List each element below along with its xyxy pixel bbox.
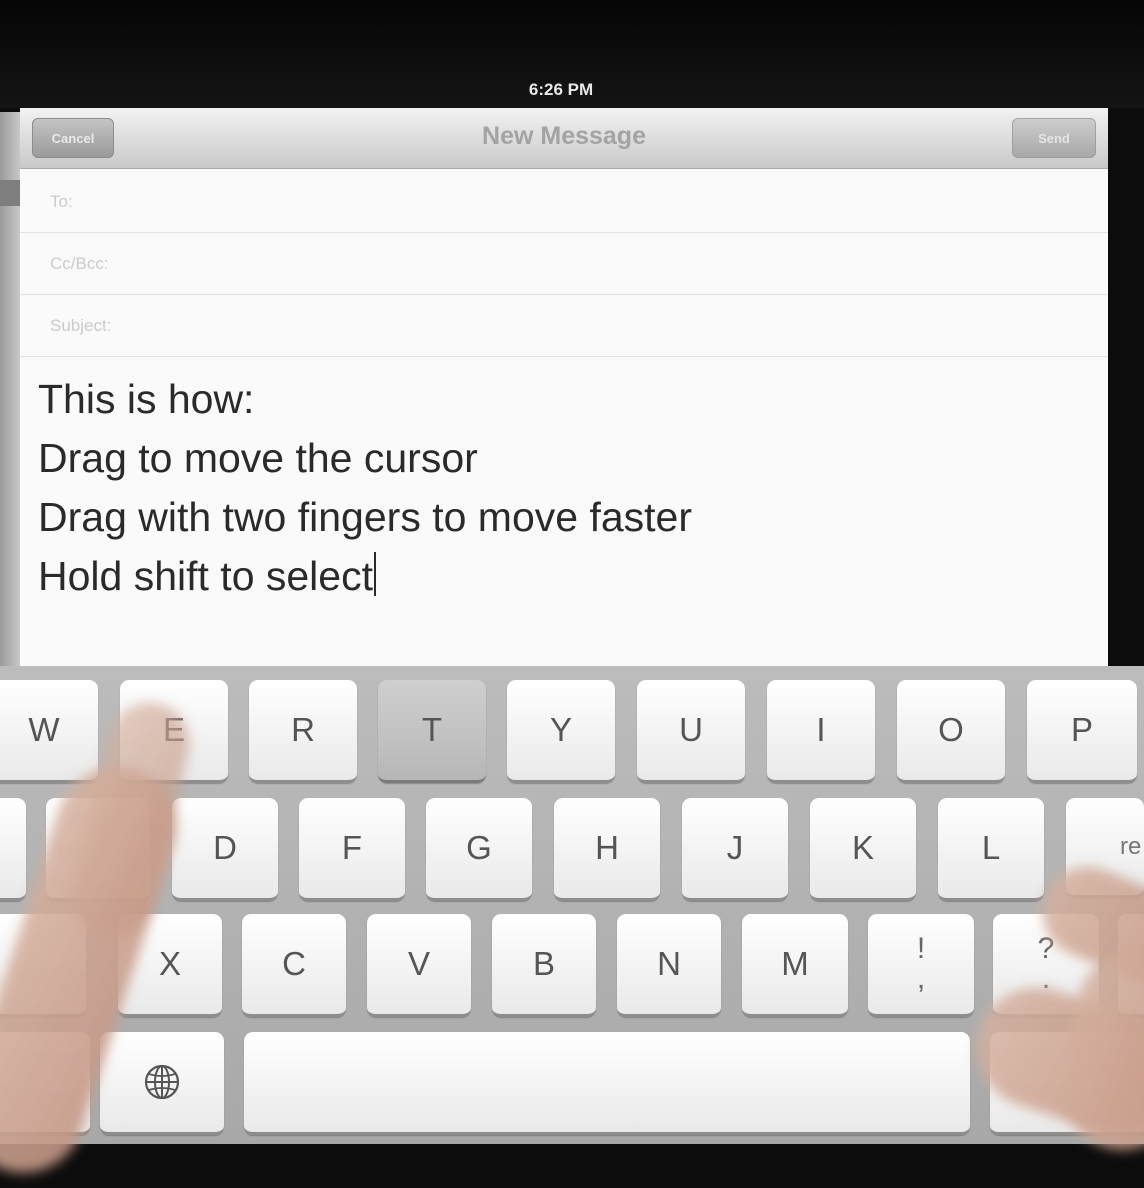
message-line: Drag to move the cursor xyxy=(38,435,478,481)
message-body[interactable]: This is how: Drag to move the cursor Dra… xyxy=(38,370,1088,606)
key-j[interactable]: J xyxy=(682,798,788,901)
key-f[interactable]: F xyxy=(299,798,405,901)
punct-top: ? xyxy=(1037,932,1055,965)
key-n[interactable]: N xyxy=(617,914,721,1017)
punct-top: ! xyxy=(916,932,926,965)
to-field[interactable]: To: xyxy=(20,170,1108,233)
punct-bottom: , xyxy=(916,962,926,995)
globe-icon xyxy=(144,1064,180,1100)
key-y[interactable]: Y xyxy=(507,680,615,783)
punct-bottom: . xyxy=(1041,962,1051,995)
subject-label: Subject: xyxy=(50,316,112,335)
key-v[interactable]: V xyxy=(367,914,471,1017)
panel-edge-notch xyxy=(0,180,20,206)
shift-key-right[interactable] xyxy=(1118,914,1144,1017)
key-s[interactable] xyxy=(46,798,150,901)
globe-key[interactable] xyxy=(100,1032,224,1135)
key-c[interactable]: C xyxy=(242,914,346,1017)
key-g[interactable]: G xyxy=(426,798,532,901)
key-exclamation-comma[interactable]: ! , xyxy=(868,914,974,1017)
numbers-key[interactable] xyxy=(0,1032,90,1135)
message-line-last: Hold shift to select xyxy=(38,547,1088,606)
keyboard: W E R T Y U I O P D F G H J K L re X C V… xyxy=(0,666,1144,1144)
key-b[interactable]: B xyxy=(492,914,596,1017)
key-l[interactable]: L xyxy=(938,798,1044,901)
background-panel-edge xyxy=(0,112,20,672)
key-p[interactable]: P xyxy=(1027,680,1137,783)
return-key[interactable]: re xyxy=(1066,798,1144,898)
send-button[interactable]: Send xyxy=(1012,118,1096,158)
key-r[interactable]: R xyxy=(249,680,357,783)
ccbcc-label: Cc/Bcc: xyxy=(50,254,109,273)
punct-label: ? . xyxy=(1038,934,1055,994)
key-a-partial[interactable] xyxy=(0,798,26,901)
key-k[interactable]: K xyxy=(810,798,916,901)
key-i[interactable]: I xyxy=(767,680,875,783)
compose-title: New Message xyxy=(482,122,646,150)
key-u[interactable]: U xyxy=(637,680,745,783)
message-line: This is how: xyxy=(38,376,255,422)
compose-navbar: Cancel New Message Send xyxy=(20,108,1108,169)
key-m[interactable]: M xyxy=(742,914,848,1017)
shift-key-left[interactable] xyxy=(0,914,86,1017)
subject-field[interactable]: Subject: xyxy=(20,294,1108,357)
to-label: To: xyxy=(50,192,73,211)
punct-label: ! , xyxy=(917,934,925,994)
key-w[interactable]: W xyxy=(0,680,98,783)
key-x[interactable]: X xyxy=(118,914,222,1017)
key-d[interactable]: D xyxy=(172,798,278,901)
message-line: Drag with two fingers to move faster xyxy=(38,494,692,540)
key-o[interactable]: O xyxy=(897,680,1005,783)
key-h[interactable]: H xyxy=(554,798,660,901)
key-question-period[interactable]: ? . xyxy=(993,914,1099,1017)
key-t[interactable]: T xyxy=(378,680,486,783)
space-bar[interactable] xyxy=(244,1032,970,1135)
status-bar: 6:26 PM xyxy=(0,0,1144,108)
key-e[interactable]: E xyxy=(120,680,228,783)
ccbcc-field[interactable]: Cc/Bcc: xyxy=(20,232,1108,295)
text-cursor xyxy=(374,552,376,596)
message-line-text: Hold shift to select xyxy=(38,553,373,599)
status-time: 6:26 PM xyxy=(528,80,594,99)
numbers-key-right[interactable] xyxy=(990,1032,1144,1135)
compose-sheet: Cancel New Message Send To: Cc/Bcc: Subj… xyxy=(20,108,1108,672)
